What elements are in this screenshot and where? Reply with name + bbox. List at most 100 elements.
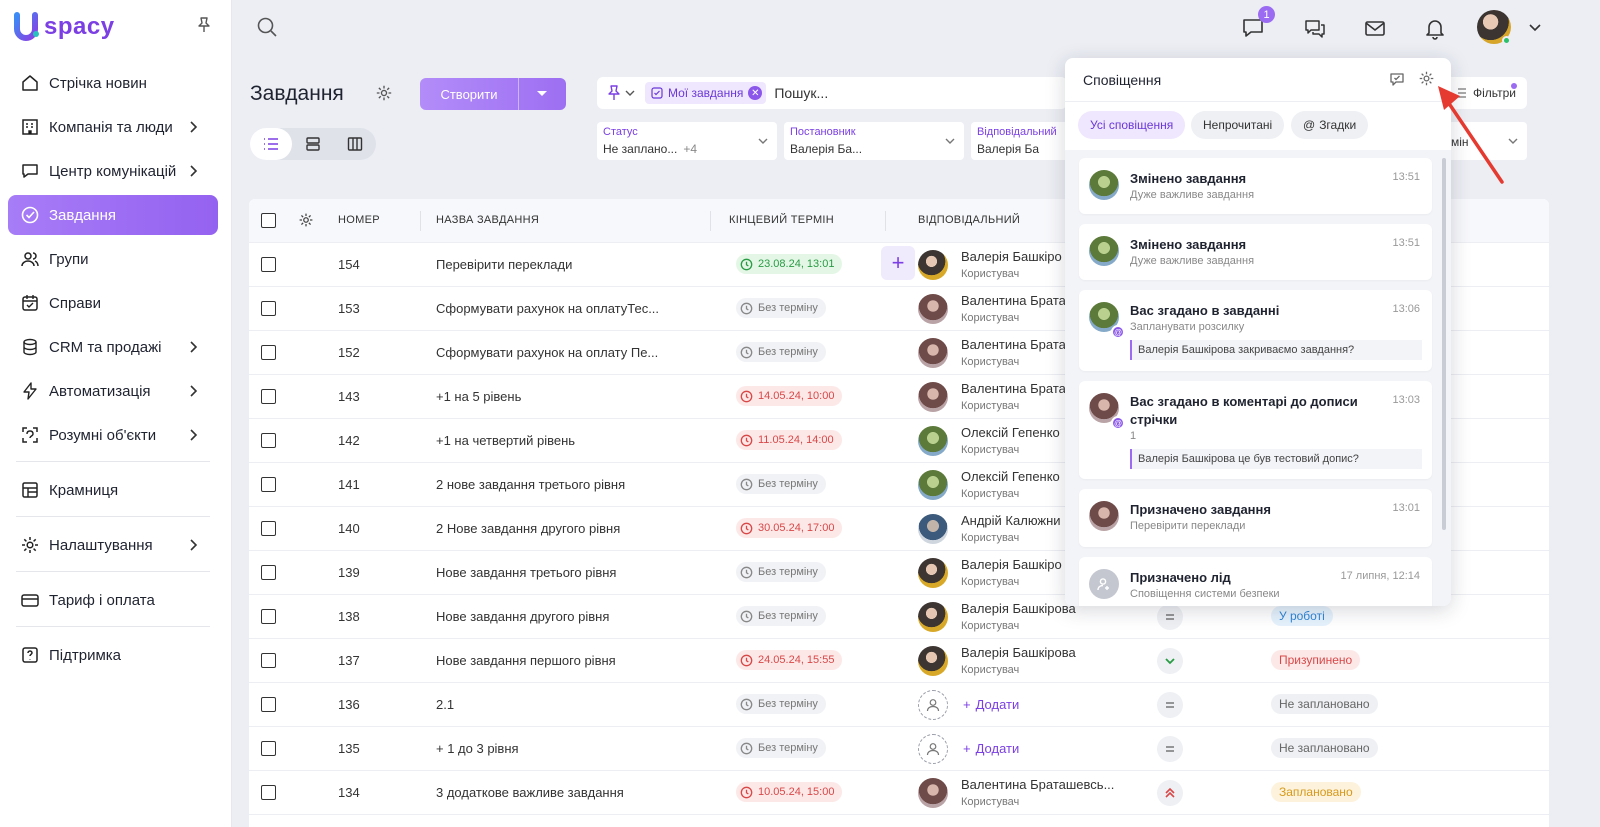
list-view-button[interactable]	[250, 128, 292, 160]
notification-item[interactable]: @ Вас згадано в завданні 13:06 Заплануват…	[1079, 290, 1432, 371]
sidebar-item-crm[interactable]: CRM та продажі	[8, 327, 218, 367]
saved-filters-pin-icon[interactable]	[607, 85, 635, 101]
sidebar-item-support[interactable]: Підтримка	[8, 635, 218, 675]
row-checkbox[interactable]	[261, 785, 276, 800]
avatar[interactable]	[918, 646, 948, 676]
deadline-badge[interactable]: 14.05.24, 10:00	[736, 386, 843, 406]
add-responsible-button[interactable]: + Додати	[963, 697, 1019, 712]
notification-item[interactable]: Змінено завдання 13:51 Дуже важливе завд…	[1079, 224, 1432, 280]
responsible-name[interactable]: Олексій Гепенко	[961, 469, 1060, 484]
notification-item[interactable]: Призначено лід 17 липня, 12:14 Сповіщенн…	[1079, 557, 1432, 606]
table-row[interactable]: 135 + 1 до 3 рівня Без терміну + Додати Не…	[249, 727, 1549, 771]
table-row[interactable]: 134 3 додаткове важливе завдання 10.05.2…	[249, 771, 1549, 815]
avatar[interactable]	[918, 470, 948, 500]
row-checkbox[interactable]	[261, 697, 276, 712]
sidebar-item-company[interactable]: Компанія та люди	[8, 107, 218, 147]
kanban-view-button[interactable]	[334, 128, 376, 160]
avatar[interactable]	[918, 778, 948, 808]
responsible-name[interactable]: Валерія Башкіро	[961, 249, 1062, 264]
column-divider[interactable]	[885, 211, 886, 231]
row-checkbox[interactable]	[261, 609, 276, 624]
sidebar-item-communications[interactable]: Центр комунікацій	[8, 151, 218, 191]
deadline-badge[interactable]: Без терміну	[736, 562, 826, 582]
deadline-badge[interactable]: Без терміну	[736, 606, 826, 626]
status-filter-select[interactable]: Статус Не заплано... +4	[597, 122, 777, 160]
task-title-link[interactable]: Перевірити переклади	[436, 257, 572, 272]
sidebar-item-smart-objects[interactable]: Розумні об'єкти	[8, 415, 218, 455]
responsible-name[interactable]: Андрій Калюжни	[961, 513, 1061, 528]
notification-item[interactable]: Призначено завдання 13:01 Перевірити пер…	[1079, 489, 1432, 547]
bell-icon[interactable]	[1422, 15, 1448, 41]
deadline-badge[interactable]: Без терміну	[736, 474, 826, 494]
author-filter-select[interactable]: Постановник Валерія Ба...	[784, 122, 964, 160]
responsible-name[interactable]: Валентина Брата	[961, 293, 1066, 308]
task-title-link[interactable]: Сформувати рахунок на оплату Пе...	[436, 345, 658, 360]
responsible-filter-select[interactable]: Відповідальний Валерія Ба	[971, 122, 1071, 160]
status-badge[interactable]: Не заплановано	[1271, 694, 1378, 714]
row-checkbox[interactable]	[261, 565, 276, 580]
avatar[interactable]	[918, 426, 948, 456]
sidebar-item-store[interactable]: Крамниця	[8, 470, 218, 510]
avatar[interactable]	[918, 250, 948, 280]
responsible-name[interactable]: Валентина Браташевсь...	[961, 777, 1114, 792]
avatar[interactable]	[918, 338, 948, 368]
responsible-name[interactable]: Валерія Башкірова	[961, 601, 1076, 616]
sidebar-item-automation[interactable]: Автоматизація	[8, 371, 218, 411]
page-settings-gear-icon[interactable]	[375, 84, 393, 105]
global-search-icon[interactable]	[256, 16, 278, 41]
sidebar-item-affairs[interactable]: Справи	[8, 283, 218, 323]
avatar[interactable]	[918, 382, 948, 412]
notification-item[interactable]: @ Вас згадано в коментарі до дописи стріч…	[1079, 381, 1432, 479]
empty-avatar[interactable]	[918, 690, 948, 720]
empty-avatar[interactable]	[918, 734, 948, 764]
task-title-link[interactable]: +1 на 5 рівень	[436, 389, 521, 404]
pin-sidebar-icon[interactable]	[196, 16, 212, 34]
task-title-link[interactable]: 2 нове завдання третього рівня	[436, 477, 625, 492]
responsible-name[interactable]: Валерія Башкірова	[961, 645, 1076, 660]
col-number-header[interactable]: НОМЕР	[338, 214, 380, 226]
task-title-link[interactable]: Сформувати рахунок на оплатуТес...	[436, 301, 659, 316]
status-badge[interactable]: У роботі	[1271, 606, 1333, 626]
row-checkbox[interactable]	[261, 433, 276, 448]
search-input[interactable]: Пошук...	[774, 85, 828, 101]
task-title-link[interactable]: +1 на четвертий рівень	[436, 433, 575, 448]
col-responsible-header[interactable]: ВІДПОВІДАЛЬНИЙ	[918, 214, 1020, 226]
mail-icon[interactable]	[1362, 15, 1388, 41]
priority-high-icon[interactable]	[1157, 780, 1183, 806]
select-all-checkbox[interactable]	[261, 213, 276, 228]
status-badge[interactable]: Заплановано	[1271, 782, 1361, 802]
sidebar-item-news[interactable]: Стрічка новин	[8, 63, 218, 103]
row-checkbox[interactable]	[261, 477, 276, 492]
quick-add-plus-button[interactable]: +	[881, 246, 915, 280]
status-badge[interactable]: Призупинено	[1271, 650, 1361, 670]
create-dropdown-chevron-icon[interactable]	[519, 90, 565, 98]
deadline-badge[interactable]: Без терміну	[736, 342, 826, 362]
table-row[interactable]: 137 Нове завдання першого рівня 24.05.24…	[249, 639, 1549, 683]
remove-chip-close-icon[interactable]: ✕	[748, 86, 763, 100]
task-title-link[interactable]: Нове завдання другого рівня	[436, 609, 609, 624]
responsible-name[interactable]: Валентина Брата	[961, 381, 1066, 396]
task-title-link[interactable]: 2.1	[436, 697, 454, 712]
logo[interactable]: spacy	[14, 12, 115, 42]
sidebar-item-groups[interactable]: Групи	[8, 239, 218, 279]
deadline-badge[interactable]: Без терміну	[736, 298, 826, 318]
responsible-name[interactable]: Валерія Башкіро	[961, 557, 1062, 572]
deadline-badge[interactable]: Без терміну	[736, 694, 826, 714]
row-checkbox[interactable]	[261, 257, 276, 272]
tab-unread[interactable]: Непрочитані	[1191, 111, 1285, 139]
avatar[interactable]	[918, 602, 948, 632]
priority-normal-icon[interactable]	[1157, 692, 1183, 718]
row-checkbox[interactable]	[261, 389, 276, 404]
my-tasks-filter-chip[interactable]: Мої завдання ✕	[645, 82, 767, 104]
notification-item[interactable]: Змінено завдання 13:51 Дуже важливе завд…	[1079, 158, 1432, 214]
priority-normal-icon[interactable]	[1157, 604, 1183, 630]
row-checkbox[interactable]	[261, 653, 276, 668]
row-checkbox[interactable]	[261, 345, 276, 360]
compact-view-button[interactable]	[292, 128, 334, 160]
tab-all-notifications[interactable]: Усі сповіщення	[1078, 111, 1186, 139]
status-badge[interactable]: Не заплановано	[1271, 738, 1378, 758]
add-responsible-button[interactable]: + Додати	[963, 741, 1019, 756]
row-checkbox[interactable]	[261, 301, 276, 316]
sidebar-item-tasks[interactable]: Завдання	[8, 195, 218, 235]
deadline-badge[interactable]: Без терміну	[736, 738, 826, 758]
